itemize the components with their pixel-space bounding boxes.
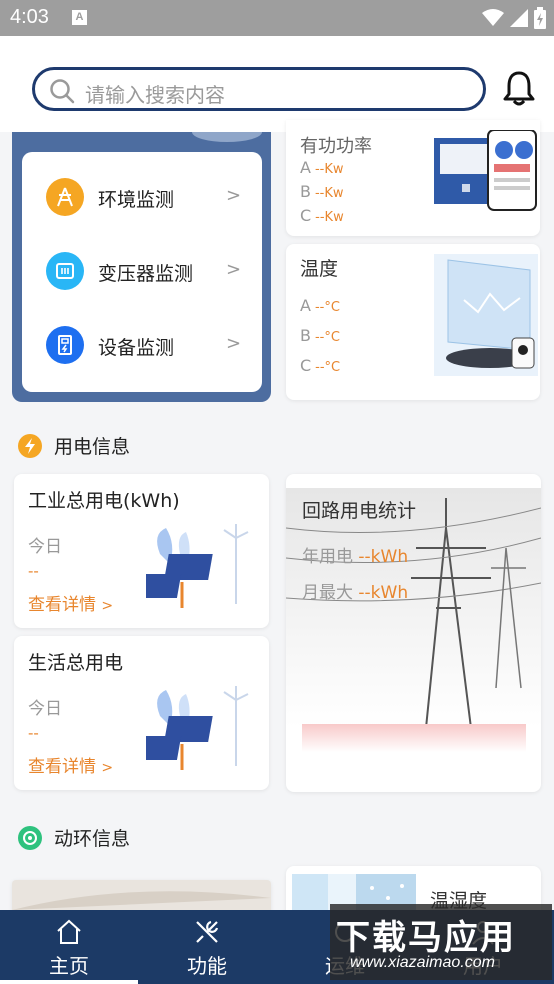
details-link[interactable]: 查看详情 > [28,590,113,615]
chevron-right-icon: > [101,598,114,614]
battery-icon [534,7,546,29]
device-icon [46,326,84,364]
tab-functions[interactable]: 功能 [138,910,276,984]
card-title: 有功功率 [300,136,372,157]
tab-label: 主页 [49,954,89,978]
tab-home[interactable]: 主页 [0,910,138,984]
search-icon [50,79,75,104]
search-placeholder: 请输入搜索内容 [85,83,225,107]
monitor-item-transformer[interactable]: 变压器监测 > [22,244,262,300]
living-power-card[interactable]: 生活总用电 今日 -- 查看详情 > [14,636,269,790]
solar-panel-image [146,686,249,770]
power-row-a: A --Kw [300,158,344,177]
monitor-item-label: 环境监测 [98,189,175,211]
chevron-right-icon: > [226,333,242,354]
card-title: 温度 [300,258,339,280]
status-bar: 4:03 A [0,0,554,36]
dashboard-image [434,130,537,211]
temp-row-c: C --°C [300,356,341,375]
chevron-right-icon: > [226,259,242,280]
monitor-item-label: 设备监测 [98,337,175,359]
room-image [12,891,271,910]
active-tab-indicator [0,980,138,984]
target-icon [18,825,42,850]
thermometer-image [434,254,538,376]
search-input[interactable]: 请输入搜索内容 [32,67,486,111]
chart-placeholder [302,724,526,752]
month-max: 月最大 --kWh [302,583,409,603]
card-title: 工业总用电(kWh) [28,490,180,512]
transformer-icon [46,252,84,290]
card-value: -- [28,562,39,580]
card-subtitle: 今日 [28,699,62,719]
environment-icon [46,178,84,216]
status-time: 4:03 [10,6,49,28]
panel-decoration [192,132,262,142]
card-title: 回路用电统计 [302,500,417,522]
details-link[interactable]: 查看详情 > [28,752,113,777]
card-title: 生活总用电 [28,652,124,674]
notification-icon: A [72,10,87,25]
header: 请输入搜索内容 [0,36,554,132]
watermark-title: 下载马应用 [336,918,516,958]
power-tower-image [286,488,541,728]
temperature-card[interactable]: 温度 A --°C B --°C C --°C [286,244,540,400]
electricity-section-header: 用电信息 [18,432,130,459]
signal-icon [510,9,528,27]
loop-statistics-card[interactable]: 回路用电统计 年用电 --kWh 月最大 --kWh [286,474,541,792]
monitor-item-label: 变压器监测 [98,263,194,285]
solar-panel-image [146,524,249,608]
tab-label: 功能 [187,954,227,978]
monitor-list: 环境监测 > 变压器监测 > 设备监测 > [22,152,262,392]
watermark-url: www.xiazaimao.com [350,954,495,971]
env-section-header: 动环信息 [18,824,130,851]
chevron-right-icon: > [101,760,114,776]
tools-icon [196,920,219,943]
wifi-icon [482,9,504,26]
year-usage: 年用电 --kWh [302,547,409,567]
temp-row-b: B --°C [300,326,340,345]
section-title: 动环信息 [54,828,131,850]
temp-row-a: A --°C [300,296,340,315]
watermark: 下载马应用 www.xiazaimao.com [330,904,552,980]
card-subtitle: 今日 [28,537,62,557]
home-icon [57,919,81,944]
power-row-b: B --Kw [300,182,344,201]
monitor-item-environment[interactable]: 环境监测 > [22,170,262,226]
power-card[interactable]: 有功功率 A --Kw B --Kw C --Kw [286,120,540,236]
section-title: 用电信息 [54,436,131,458]
industrial-power-card[interactable]: 工业总用电(kWh) 今日 -- 查看详情 > [14,474,269,628]
chevron-right-icon: > [226,185,242,206]
status-icons [482,7,546,29]
monitor-item-device[interactable]: 设备监测 > [22,318,262,374]
power-row-c: C --Kw [300,206,344,225]
bell-icon[interactable] [502,70,536,106]
lightning-icon [18,433,42,458]
card-value: -- [28,724,39,742]
